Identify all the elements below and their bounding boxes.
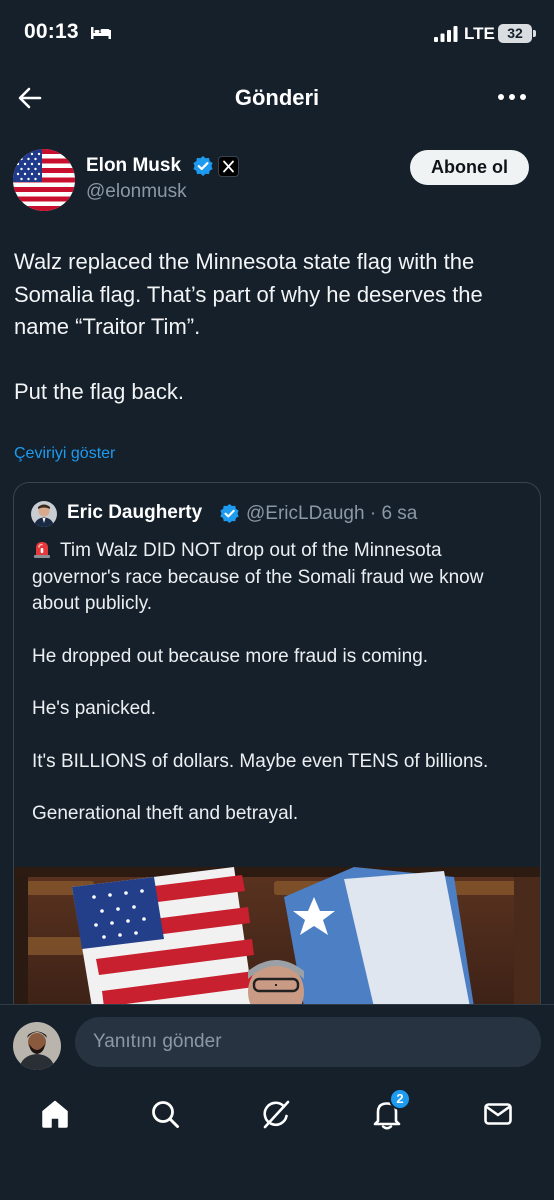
follow-button[interactable]: Abone ol — [410, 150, 529, 185]
sleep-mode-icon — [91, 27, 111, 39]
tab-home[interactable] — [35, 1094, 75, 1134]
quoted-post-card[interactable]: Eric Daugherty @EricLDaugh · 6 sa Tim Wa… — [13, 482, 541, 1082]
notification-count-badge: 2 — [389, 1088, 411, 1110]
quote-paragraph: Generational theft and betrayal. — [32, 803, 299, 824]
verified-badge-icon — [193, 156, 213, 176]
status-bar: 00:13 LTE 32 — [0, 0, 554, 66]
siren-emoji-icon — [34, 542, 50, 558]
tab-notifications[interactable]: 2 — [367, 1088, 411, 1134]
status-time: 00:13 — [24, 20, 79, 43]
quote-paragraph: It's BILLIONS of dollars. Maybe even TEN… — [32, 750, 489, 772]
quote-verified-badge-icon — [220, 503, 239, 524]
home-icon — [42, 1100, 68, 1128]
post-paragraph: Walz replaced the Minnesota state flag w… — [14, 249, 483, 339]
tab-messages[interactable] — [478, 1094, 518, 1134]
quote-text: Tim Walz DID NOT drop out of the Minneso… — [32, 538, 532, 854]
quote-paragraph-text: Tim Walz DID NOT drop out of the Minneso… — [32, 540, 484, 614]
quote-author-avatar — [31, 501, 57, 527]
search-icon — [152, 1101, 179, 1128]
reply-input[interactable] — [75, 1017, 541, 1067]
bottom-tab-bar: 2 — [0, 1080, 554, 1200]
post-paragraph: Put the flag back. — [14, 378, 184, 404]
quote-handle-time: @EricLDaugh · 6 sa — [246, 503, 418, 524]
top-app-bar: Gönderi — [0, 66, 554, 130]
quote-author-name: Eric Daugherty — [67, 502, 203, 523]
show-translation-link[interactable]: Çeviriyi göster — [14, 445, 115, 463]
grok-icon — [263, 1100, 290, 1129]
us-flag-avatar-image — [13, 149, 75, 211]
signal-strength-icon — [434, 26, 458, 42]
more-options-icon[interactable] — [497, 90, 527, 104]
quote-paragraph: Tim Walz DID NOT drop out of the Minneso… — [32, 538, 532, 618]
network-type: LTE — [464, 24, 495, 43]
tab-search[interactable] — [145, 1094, 185, 1134]
battery-indicator: 32 — [498, 24, 536, 43]
messages-icon — [484, 1103, 512, 1125]
reply-composer-bar — [0, 1004, 554, 1080]
author-avatar[interactable] — [13, 149, 75, 211]
page-title: Gönderi — [234, 85, 320, 110]
quote-paragraph: He's panicked. — [32, 698, 157, 719]
tab-grok[interactable] — [256, 1094, 296, 1134]
post-text: Walz replaced the Minnesota state flag w… — [14, 246, 540, 440]
author-name[interactable]: Elon Musk — [86, 155, 181, 177]
author-handle[interactable]: @elonmusk — [86, 181, 187, 203]
quote-paragraph: He dropped out because more fraud is com… — [32, 645, 429, 667]
x-affiliation-icon — [218, 156, 239, 177]
quote-media-image[interactable] — [14, 867, 540, 1007]
current-user-avatar[interactable] — [13, 1022, 61, 1070]
